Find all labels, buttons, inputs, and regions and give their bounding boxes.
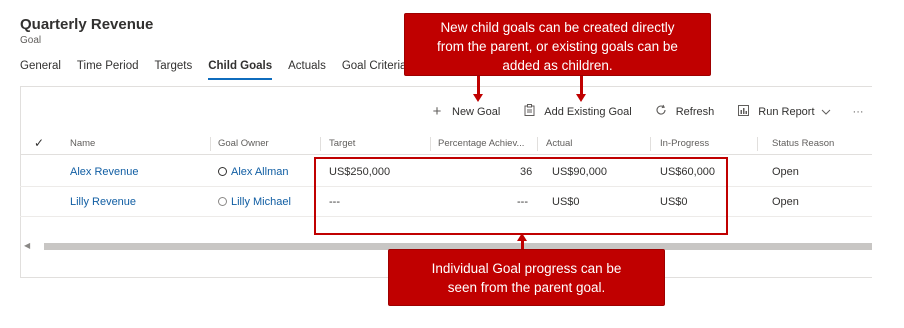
column-header-status-reason[interactable]: Status Reason	[772, 138, 834, 149]
goal-owner-name: Lilly Michael	[231, 196, 291, 208]
tab-goal-criteria[interactable]: Goal Criteria	[342, 60, 407, 80]
column-header-in-progress[interactable]: In-Progress	[660, 138, 709, 149]
refresh-button[interactable]: Refresh	[654, 104, 715, 119]
user-status-icon	[218, 197, 227, 206]
tab-child-goals[interactable]: Child Goals	[208, 60, 273, 80]
callout-add-goals: New child goals can be created directly …	[404, 13, 711, 76]
column-divider[interactable]	[320, 137, 321, 151]
report-icon	[736, 104, 750, 119]
refresh-icon	[654, 104, 668, 119]
entity-type-label: Goal	[20, 35, 42, 46]
column-header-name[interactable]: Name	[70, 138, 95, 149]
tab-actuals[interactable]: Actuals	[288, 60, 326, 80]
refresh-label: Refresh	[675, 105, 715, 118]
goal-name-link[interactable]: Alex Revenue	[70, 166, 139, 178]
arrow-head-up-icon	[517, 233, 527, 241]
user-status-icon	[218, 167, 227, 176]
tab-time-period[interactable]: Time Period	[77, 60, 139, 80]
column-divider[interactable]	[537, 137, 538, 151]
run-report-label: Run Report	[758, 105, 815, 118]
column-header-actual[interactable]: Actual	[546, 138, 572, 149]
status-value: Open	[772, 166, 799, 178]
status-value: Open	[772, 196, 799, 208]
run-report-button[interactable]: Run Report	[736, 104, 831, 119]
callout-goal-progress: Individual Goal progress can be seen fro…	[388, 249, 665, 306]
column-divider[interactable]	[650, 137, 651, 151]
column-divider[interactable]	[757, 137, 758, 151]
add-existing-goal-button[interactable]: Add Existing Goal	[522, 104, 632, 119]
arrow-head-down-icon	[576, 94, 586, 102]
goal-owner-link[interactable]: Lilly Michael	[218, 196, 291, 208]
grid-header: ✓ Name Goal Owner Target Percentage Achi…	[20, 133, 872, 155]
column-header-percentage-achieved[interactable]: Percentage Achiev...	[438, 138, 524, 149]
goal-owner-name: Alex Allman	[231, 166, 289, 178]
chevron-down-icon	[821, 106, 831, 118]
column-header-target[interactable]: Target	[329, 138, 355, 149]
tab-targets[interactable]: Targets	[155, 60, 193, 80]
select-all-checkbox[interactable]: ✓	[34, 136, 44, 150]
column-header-goal-owner[interactable]: Goal Owner	[218, 138, 269, 149]
page-title: Quarterly Revenue	[20, 16, 154, 33]
column-divider[interactable]	[430, 137, 431, 151]
plus-icon: +	[432, 103, 442, 120]
goal-name-link[interactable]: Lilly Revenue	[70, 196, 136, 208]
callout-line: added as children.	[502, 58, 613, 73]
clipboard-icon	[522, 104, 536, 119]
tab-bar: General Time Period Targets Child Goals …	[20, 60, 422, 80]
callout-line: New child goals can be created directly	[440, 20, 675, 35]
callout-line: Individual Goal progress can be	[431, 261, 622, 276]
tab-general[interactable]: General	[20, 60, 61, 80]
column-divider[interactable]	[210, 137, 211, 151]
scroll-left-icon[interactable]: ◀	[24, 241, 30, 250]
arrow-head-down-icon	[473, 94, 483, 102]
new-goal-button[interactable]: + New Goal	[430, 103, 501, 120]
goal-owner-link[interactable]: Alex Allman	[218, 166, 288, 178]
callout-line: seen from the parent goal.	[447, 280, 606, 295]
add-existing-goal-label: Add Existing Goal	[544, 105, 632, 118]
progress-highlight-box	[314, 157, 728, 235]
more-commands-button[interactable]: ···	[853, 106, 864, 118]
new-goal-label: New Goal	[452, 105, 501, 118]
grid-toolbar: + New Goal Add Existing Goal Refresh Run…	[430, 103, 886, 120]
callout-line: from the parent, or existing goals can b…	[437, 39, 678, 54]
